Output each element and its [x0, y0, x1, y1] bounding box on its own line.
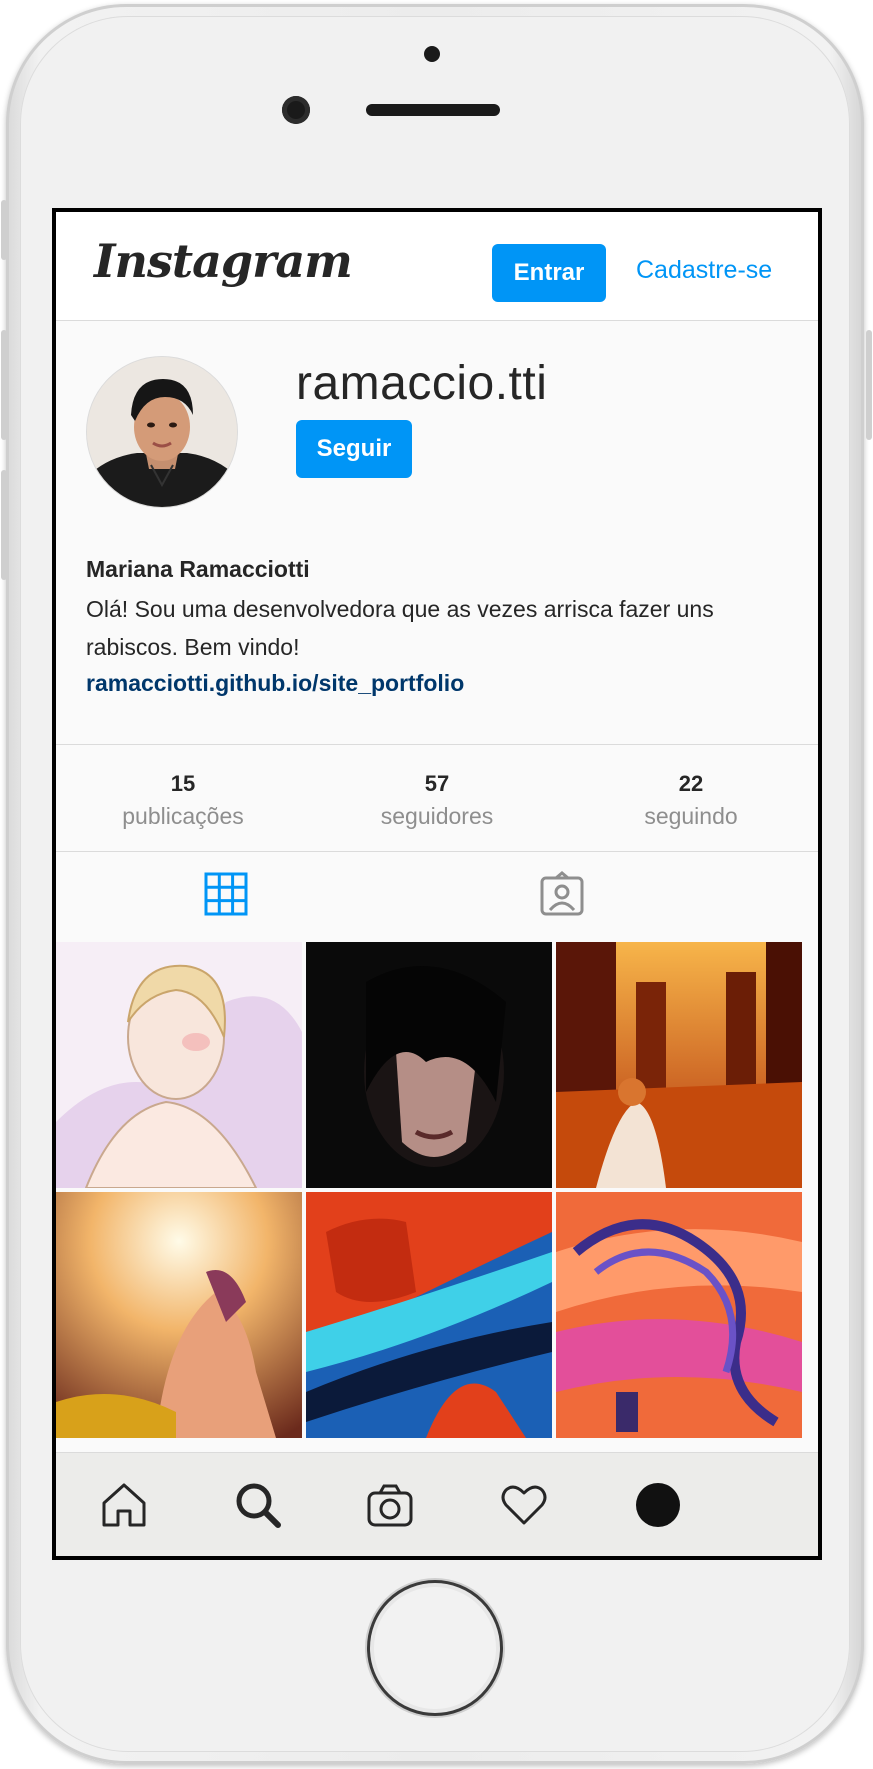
bottom-navigation	[56, 1452, 818, 1556]
tab-grid[interactable]	[202, 870, 250, 918]
app-screen: Instagram Entrar Cadastre-se ramaccio.tt…	[52, 208, 822, 1560]
profile-stats: 15 publicações 57 seguidores 22 seguindo	[56, 744, 818, 852]
top-header: Instagram Entrar Cadastre-se	[56, 212, 818, 321]
stat-followers-count: 57	[424, 771, 450, 796]
earpiece-speaker	[366, 104, 500, 116]
instagram-logo[interactable]: Instagram	[94, 234, 353, 288]
login-button[interactable]: Entrar	[492, 244, 606, 302]
post-thumbnail[interactable]	[306, 1192, 552, 1438]
profile-full-name: Mariana Ramacciotti	[86, 556, 310, 582]
home-button[interactable]	[367, 1580, 503, 1716]
home-icon[interactable]	[98, 1479, 150, 1531]
stat-posts-label: publicações	[122, 803, 244, 829]
signup-link[interactable]: Cadastre-se	[636, 256, 772, 285]
sensor-dot	[424, 46, 440, 62]
profile-bio: Olá! Sou uma desenvolvedora que as vezes…	[86, 596, 714, 660]
post-thumbnail[interactable]	[56, 1192, 302, 1438]
post-thumbnail[interactable]	[556, 942, 802, 1188]
grid-icon	[204, 872, 248, 916]
post-thumbnail[interactable]	[306, 942, 552, 1188]
side-button	[1, 200, 7, 260]
stat-posts-count: 15	[170, 771, 196, 796]
tagged-icon	[540, 871, 584, 916]
stat-following-label: seguindo	[644, 803, 738, 829]
post-thumbnail[interactable]	[56, 942, 302, 1188]
profile-website-link[interactable]: ramacciotti.github.io/site_portfolio	[86, 670, 464, 697]
volume-up-button	[1, 330, 7, 440]
power-button	[866, 330, 872, 440]
stat-following-count: 22	[678, 771, 704, 796]
profile-username: ramaccio.tti	[296, 357, 548, 410]
camera-icon[interactable]	[364, 1479, 416, 1531]
avatar-image	[87, 357, 237, 507]
front-camera	[282, 96, 310, 124]
profile-icon[interactable]	[632, 1479, 684, 1531]
stat-following[interactable]: 22 seguindo	[564, 745, 818, 851]
avatar[interactable]	[86, 356, 238, 508]
heart-icon[interactable]	[498, 1479, 550, 1531]
stat-followers[interactable]: 57 seguidores	[310, 745, 564, 851]
stat-posts[interactable]: 15 publicações	[56, 745, 310, 851]
stat-followers-label: seguidores	[380, 803, 494, 829]
profile-tabs	[56, 852, 818, 936]
post-thumbnail[interactable]	[556, 1192, 802, 1438]
tab-tagged[interactable]	[538, 870, 586, 918]
volume-down-button	[1, 470, 7, 580]
follow-button[interactable]: Seguir	[296, 420, 412, 478]
search-icon[interactable]	[232, 1479, 284, 1531]
